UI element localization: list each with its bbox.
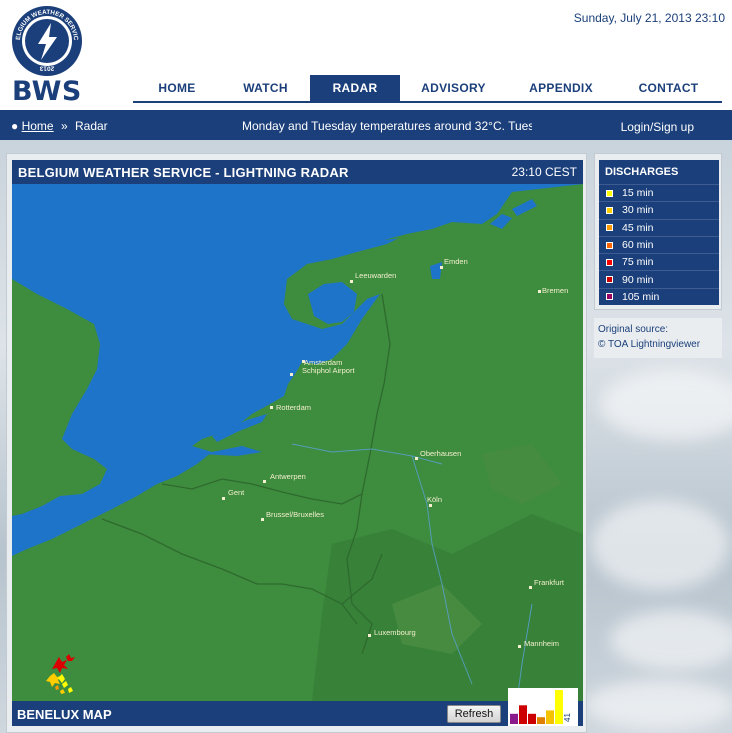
logo-year: 2013 — [39, 65, 54, 72]
radar-map[interactable]: Emden Leeuwarden Bremen Amsterdam Schiph… — [12, 184, 583, 701]
legend-label: 15 min — [622, 187, 654, 200]
news-ticker: Monday and Tuesday temperatures around 3… — [242, 119, 532, 133]
login-signup-link[interactable]: Login/Sign up — [621, 120, 694, 134]
svg-text:Köln: Köln — [427, 495, 442, 504]
site-header: BELGIUM WEATHER SERVICE 2013 BWS Sunday,… — [0, 0, 732, 110]
radar-header: BELGIUM WEATHER SERVICE - LIGHTNING RADA… — [12, 160, 583, 184]
svg-text:Rotterdam: Rotterdam — [276, 403, 311, 412]
city-bremen: Bremen — [538, 286, 568, 295]
main-nav: HOME WATCH RADAR ADVISORY APPENDIX CONTA… — [133, 75, 722, 103]
refresh-button[interactable]: Refresh — [447, 705, 501, 723]
svg-text:Brussel/Bruxelles: Brussel/Bruxelles — [266, 510, 324, 519]
svg-text:Leeuwarden: Leeuwarden — [355, 271, 396, 280]
histogram-bar — [537, 717, 545, 724]
legend-label: 105 min — [622, 290, 660, 303]
histogram-bar — [510, 713, 518, 724]
histogram-bar — [555, 690, 563, 724]
svg-text:Antwerpen: Antwerpen — [270, 472, 306, 481]
city-mannheim: Mannheim — [518, 639, 559, 648]
breadcrumb-home-link[interactable]: Home — [22, 119, 54, 133]
legend-swatch — [606, 258, 613, 266]
legend-swatch — [606, 224, 613, 232]
legend-item: 60 min — [599, 235, 719, 254]
svg-text:Emden: Emden — [444, 257, 468, 266]
breadcrumb-bullet-icon: ● — [11, 119, 19, 133]
legend-swatch — [606, 293, 613, 301]
logo-text[interactable]: BWS — [12, 76, 82, 107]
source-caption: Original source: — [598, 324, 669, 335]
legend-label: 45 min — [622, 221, 654, 234]
histogram-bar — [519, 705, 527, 724]
legend-item: 30 min — [599, 201, 719, 219]
legend-label: 90 min — [622, 273, 654, 286]
nav-watch[interactable]: WATCH — [221, 75, 310, 101]
map-label: BENELUX MAP — [17, 707, 112, 722]
discharges-title: DISCHARGES — [599, 160, 719, 184]
histogram-bar — [528, 713, 536, 724]
ticker-text: Monday and Tuesday temperatures around 3… — [242, 119, 532, 133]
radar-title: BELGIUM WEATHER SERVICE - LIGHTNING RADA… — [18, 165, 349, 180]
histogram-bar — [546, 710, 554, 724]
svg-text:Oberhausen: Oberhausen — [420, 449, 461, 458]
source-box: Original source: © TOA Lightningviewer — [594, 318, 722, 358]
svg-text:Mannheim: Mannheim — [524, 639, 559, 648]
nav-radar[interactable]: RADAR — [310, 75, 400, 101]
legend-label: 30 min — [622, 204, 654, 217]
discharges-legend: 15 min 30 min 45 min 60 min 75 min 90 mi… — [599, 184, 719, 306]
strike-count: 41 — [563, 713, 572, 722]
svg-text:Bremen: Bremen — [542, 286, 568, 295]
legend-item: 75 min — [599, 253, 719, 271]
info-bar: ● Home » Radar Monday and Tuesday temper… — [0, 110, 732, 140]
radar-panel: BELGIUM WEATHER SERVICE - LIGHTNING RADA… — [6, 153, 587, 733]
discharges-panel: DISCHARGES 15 min 30 min 45 min 60 min 7… — [594, 153, 722, 310]
legend-label: 75 min — [622, 256, 654, 269]
legend-label: 60 min — [622, 239, 654, 252]
benelux-map: Emden Leeuwarden Bremen Amsterdam Schiph… — [12, 184, 583, 701]
legend-swatch — [606, 206, 613, 214]
legend-swatch — [606, 189, 613, 197]
legend-item: 45 min — [599, 218, 719, 236]
svg-text:Gent: Gent — [228, 488, 245, 497]
nav-appendix[interactable]: APPENDIX — [507, 75, 615, 101]
breadcrumb: ● Home » Radar — [11, 119, 108, 133]
strike-histogram: 41 — [508, 688, 578, 726]
nav-home[interactable]: HOME — [133, 75, 221, 101]
radar-time: 23:10 CEST — [511, 165, 577, 179]
nav-contact[interactable]: CONTACT — [615, 75, 722, 101]
current-datetime: Sunday, July 21, 2013 23:10 — [573, 11, 725, 25]
legend-item: 15 min — [599, 184, 719, 202]
legend-swatch — [606, 276, 613, 284]
svg-text:Luxembourg: Luxembourg — [374, 628, 416, 637]
city-luxembourg: Luxembourg — [368, 628, 416, 637]
radar-footer: BENELUX MAP Refresh 41 — [12, 688, 583, 726]
breadcrumb-current: Radar — [74, 119, 108, 133]
legend-item: 90 min — [599, 270, 719, 288]
legend-swatch — [606, 241, 613, 249]
svg-text:Frankfurt: Frankfurt — [534, 578, 565, 587]
svg-text:Schiphol Airport: Schiphol Airport — [302, 366, 355, 375]
breadcrumb-separator: » — [60, 119, 68, 133]
legend-item: 105 min — [599, 287, 719, 306]
source-credit[interactable]: © TOA Lightningviewer — [598, 337, 722, 352]
logo-seal-icon[interactable]: BELGIUM WEATHER SERVICE 2013 — [11, 5, 83, 77]
city-rotterdam: Rotterdam — [270, 403, 311, 412]
nav-advisory[interactable]: ADVISORY — [400, 75, 507, 101]
